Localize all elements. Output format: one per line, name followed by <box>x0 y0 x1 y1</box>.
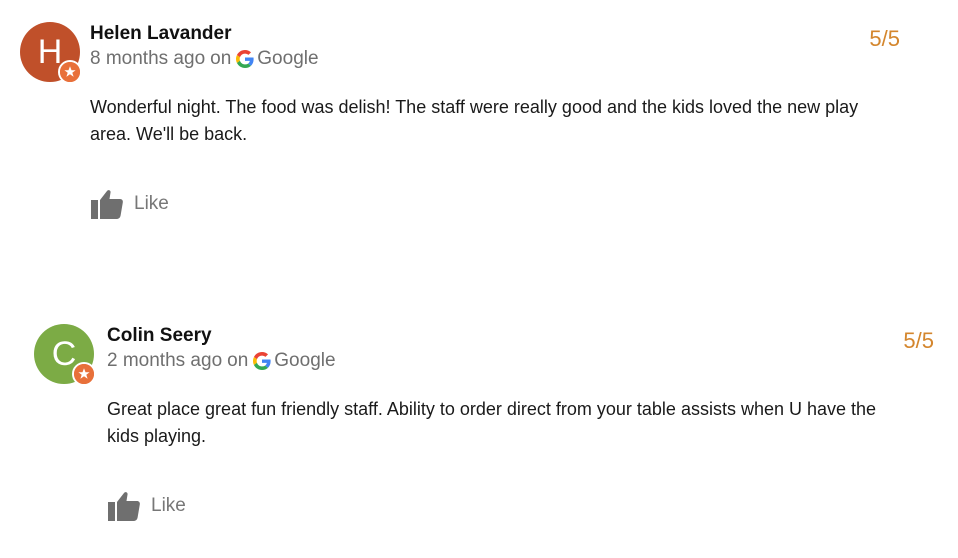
review-text: Wonderful night. The food was delish! Th… <box>90 97 859 144</box>
avatar[interactable]: C <box>34 324 96 386</box>
like-label: Like <box>151 495 186 516</box>
author-name[interactable]: Colin Seery <box>107 324 907 348</box>
rating: 5/5 <box>903 328 934 353</box>
review-meta: 8 months ago on Google <box>90 46 890 72</box>
local-guide-badge-icon <box>58 60 82 84</box>
like-button[interactable]: Like <box>107 490 907 522</box>
review-on-label: on <box>227 350 249 371</box>
review-content: Helen Lavander 8 months ago on Google Wo… <box>90 22 890 220</box>
review-time: 2 months ago <box>107 350 223 371</box>
author-name[interactable]: Helen Lavander <box>90 22 890 46</box>
google-g-icon <box>253 352 271 370</box>
review-time: 8 months ago <box>90 48 206 69</box>
review-source[interactable]: Google <box>257 46 318 72</box>
review-text: Great place great fun friendly staff. Ab… <box>107 399 877 446</box>
review-source[interactable]: Google <box>274 348 335 374</box>
thumbs-up-icon <box>90 188 124 220</box>
review-on-label: on <box>210 48 232 69</box>
review-meta: 2 months ago on Google <box>107 348 907 374</box>
review-content: Colin Seery 2 months ago on Google Great… <box>107 324 907 522</box>
like-label: Like <box>134 193 169 214</box>
google-g-icon <box>236 50 254 68</box>
rating: 5/5 <box>869 26 900 51</box>
local-guide-badge-icon <box>72 362 96 386</box>
avatar[interactable]: H <box>20 22 82 84</box>
thumbs-up-icon <box>107 490 141 522</box>
like-button[interactable]: Like <box>90 188 890 220</box>
